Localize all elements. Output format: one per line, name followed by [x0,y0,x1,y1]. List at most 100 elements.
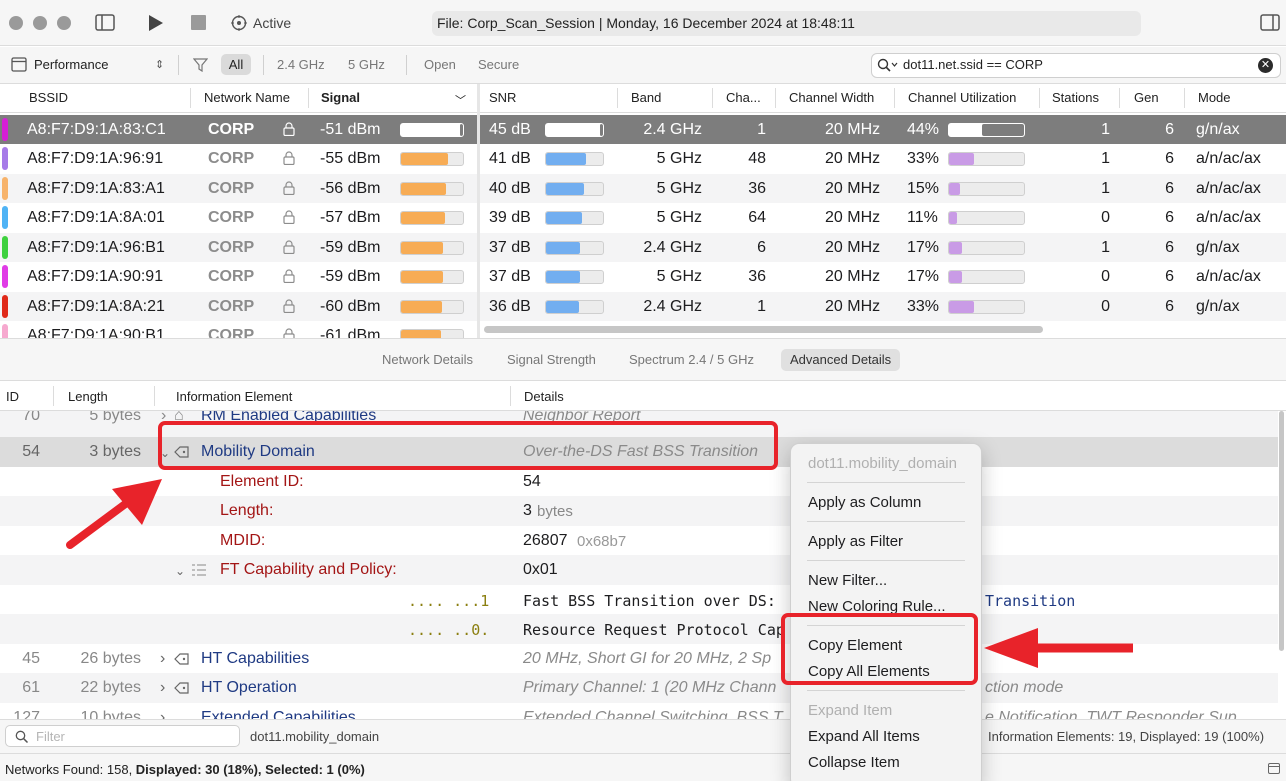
col-gen[interactable]: Gen [1134,90,1159,105]
col-signal[interactable]: Signal [321,90,360,105]
chip-2-4-ghz[interactable]: 2.4 GHz [277,57,325,72]
minimize-window-button[interactable] [33,16,47,30]
tab-network-details[interactable]: Network Details [382,352,473,367]
chip-5-ghz[interactable]: 5 GHz [348,57,385,72]
network-row[interactable]: A8:F7:D9:1A:83:A1 CORP -56 dBm 40 dB 5 G… [0,173,1286,203]
network-row[interactable]: A8:F7:D9:1A:8A:21 CORP -60 dBm 36 dB 2.4… [0,291,1286,321]
network-row[interactable]: A8:F7:D9:1A:96:B1 CORP -59 dBm 37 dB 2.4… [0,232,1286,262]
stations-cell: 0 [1101,268,1110,285]
context-menu: dot11.mobility_domain Apply as Column Ap… [790,443,982,781]
network-color-swatch [2,235,8,259]
ie-row[interactable]: 127 10 bytes › Extended Capabilities Ext… [0,703,1278,720]
search-input[interactable]: dot11.net.ssid == CORP [903,57,1043,72]
network-row[interactable]: A8:F7:D9:1A:8A:01 CORP -57 dBm 39 dB 5 G… [0,203,1286,233]
ie-bit-row[interactable]: .... ...1 Fast BSS Transition over DS: T… [0,585,1278,615]
search-field[interactable]: dot11.net.ssid == CORP ✕ [871,53,1281,78]
mode-cell: a/n/ac/ax [1196,209,1261,226]
menu-item-collapse-item[interactable]: Collapse Item [808,754,900,771]
chip-open[interactable]: Open [424,57,456,72]
col-details[interactable]: Details [524,389,564,404]
window-title: File: Corp_Scan_Session | Monday, 16 Dec… [432,11,1141,36]
expand-chevron-icon[interactable]: › [160,679,165,697]
utilization-bar [948,122,1025,137]
stop-icon[interactable] [191,15,206,30]
expand-chevron-icon[interactable]: › [160,650,165,668]
col-information-element[interactable]: Information Element [176,389,292,404]
horizontal-scrollbar[interactable] [484,326,1043,333]
window-icon [11,57,27,72]
tab-advanced-details[interactable]: Advanced Details [781,349,901,371]
menu-item-new-filter[interactable]: New Filter... [808,572,887,589]
bssid-cell: A8:F7:D9:1A:8A:21 [27,297,165,315]
tab-spectrum[interactable]: Spectrum 2.4 / 5 GHz [629,352,754,367]
col-length[interactable]: Length [68,389,108,404]
snr-bar-fill [546,271,581,283]
menu-item-expand-all-items[interactable]: Expand All Items [808,728,920,745]
bssid-cell: A8:F7:D9:1A:83:A1 [27,179,165,197]
snr-bar [545,240,604,255]
field-value: 3 [523,502,532,519]
filter-icon[interactable] [193,58,208,72]
signal-bar [400,122,464,137]
vertical-scrollbar[interactable] [1279,411,1284,651]
channel-width-cell: 20 MHz [825,179,881,197]
utilization-bar-fill [949,300,974,313]
col-id[interactable]: ID [6,389,19,404]
network-row[interactable]: A8:F7:D9:1A:83:C1 CORP -51 dBm 45 dB 2.4… [0,114,1286,144]
sort-chevron-icon[interactable]: ﹀ [455,92,466,108]
snr-bar-fill [546,212,583,224]
separator [263,55,264,75]
ie-field-row[interactable]: Length: 3 bytes [0,496,1278,526]
col-bssid[interactable]: BSSID [29,90,68,105]
col-channel-width[interactable]: Channel Width [789,90,874,105]
mode-cell: a/n/ac/ax [1196,268,1261,285]
col-network-name[interactable]: Network Name [204,90,290,105]
play-icon[interactable] [148,14,164,32]
sidebar-right-icon[interactable] [1260,14,1280,31]
column-separator [510,386,511,406]
ie-row[interactable]: 61 22 bytes › HT Operation Primary Chann… [0,673,1278,703]
snr-cell: 39 dB [489,209,531,226]
col-stations[interactable]: Stations [1052,90,1099,105]
tab-signal-strength[interactable]: Signal Strength [507,352,596,367]
ie-length: 26 bytes [80,649,141,667]
utilization-bar [948,211,1025,225]
menu-header: dot11.mobility_domain [808,455,957,472]
clear-search-icon[interactable]: ✕ [1258,58,1273,73]
ie-id: 61 [22,679,40,696]
chip-secure[interactable]: Secure [478,57,519,72]
ie-detail: Extended Channel Switching, BSS T [523,708,783,720]
bit-description: Fast BSS Transition over DS: [523,591,776,610]
network-row[interactable]: A8:F7:D9:1A:96:91 CORP -55 dBm 41 dB 5 G… [0,144,1286,174]
chip-all[interactable]: All [221,54,251,75]
collapse-chevron-icon[interactable]: ⌄ [175,564,185,578]
ie-field-row[interactable]: ⌄ FT Capability and Policy: 0x01 [0,555,1278,585]
snr-bar [545,211,604,225]
col-channel[interactable]: Cha... [726,90,761,105]
zoom-window-button[interactable] [57,16,71,30]
column-separator [190,88,191,108]
sidebar-toggle-icon[interactable] [95,14,115,31]
details-filter-input[interactable]: Filter [5,725,240,747]
menu-item-apply-as-column[interactable]: Apply as Column [808,494,921,511]
mode-cell: a/n/ac/ax [1196,150,1261,167]
menu-item-apply-as-filter[interactable]: Apply as Filter [808,533,903,550]
expand-chevron-icon[interactable]: › [160,709,165,720]
col-channel-utilization[interactable]: Channel Utilization [908,90,1016,105]
ie-field-row[interactable]: Element ID: 54 [0,467,1278,497]
channel-width-cell: 20 MHz [825,238,881,256]
resize-grip-icon[interactable] [1268,763,1280,774]
network-row[interactable]: A8:F7:D9:1A:90:91 CORP -59 dBm 37 dB 5 G… [0,262,1286,292]
col-band[interactable]: Band [631,90,661,105]
channel-cell: 36 [748,268,766,285]
ie-field-row[interactable]: MDID: 26807 0x68b7 [0,526,1278,556]
network-name-cell: CORP [208,268,255,285]
close-window-button[interactable] [9,16,23,30]
menu-separator [807,482,965,483]
view-selector[interactable]: Performance [34,57,108,72]
pane-divider[interactable] [477,84,480,338]
menu-item-expand-item[interactable]: Expand Item [808,702,892,719]
col-mode[interactable]: Mode [1198,90,1231,105]
chevron-updown-icon[interactable]: ⇕ [155,58,164,71]
col-snr[interactable]: SNR [489,90,516,105]
